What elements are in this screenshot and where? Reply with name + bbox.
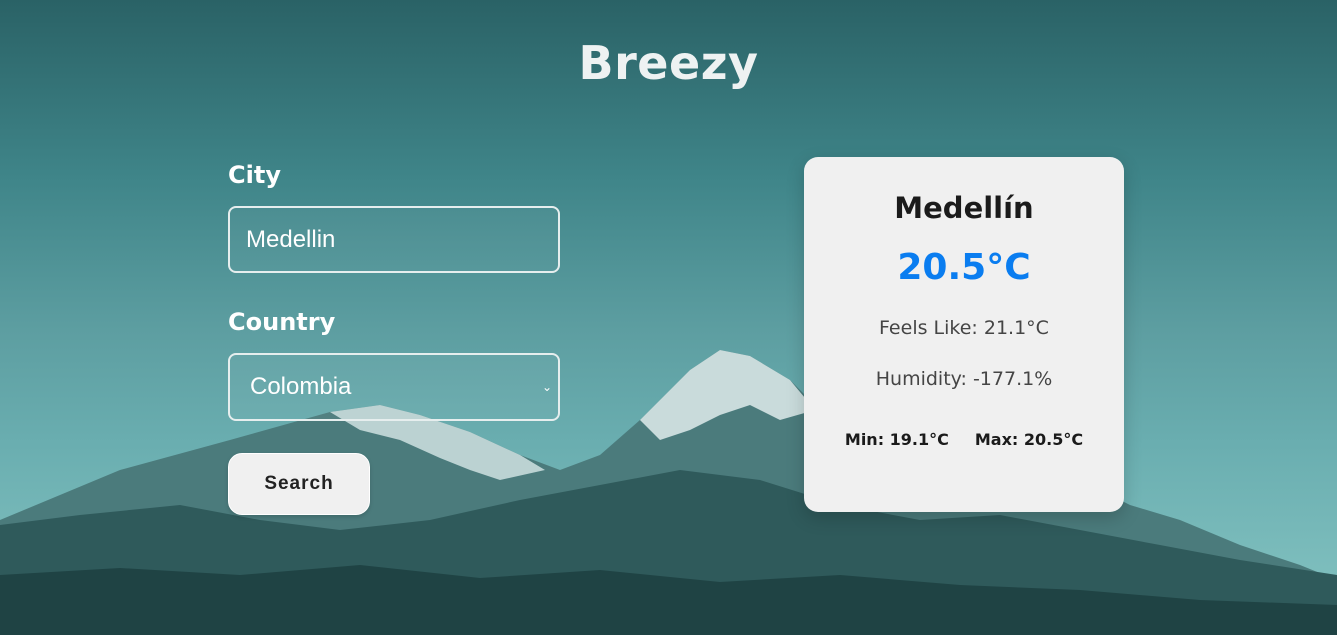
chevron-down-icon: ⌄ bbox=[541, 380, 552, 394]
weather-city: Medellín bbox=[894, 191, 1034, 225]
country-label: Country bbox=[228, 308, 336, 336]
weather-min-max: Min: 19.1°C Max: 20.5°C bbox=[804, 430, 1124, 449]
country-select[interactable]: Colombia ⌄ bbox=[228, 353, 560, 421]
weather-feels-like: Feels Like: 21.1°C bbox=[879, 317, 1049, 339]
weather-card: Medellín 20.5°C Feels Like: 21.1°C Humid… bbox=[804, 157, 1124, 512]
app-title: Breezy bbox=[578, 36, 759, 90]
city-input[interactable] bbox=[228, 206, 560, 273]
search-form: City Country Colombia ⌄ Search bbox=[228, 158, 568, 515]
weather-max: Max: 20.5°C bbox=[974, 430, 1084, 449]
weather-min: Min: 19.1°C bbox=[844, 430, 949, 449]
mountain-background bbox=[0, 0, 1337, 635]
mountain-illustration bbox=[0, 350, 1337, 635]
weather-temperature: 20.5°C bbox=[897, 247, 1031, 288]
search-button[interactable]: Search bbox=[228, 453, 370, 515]
weather-humidity: Humidity: -177.1% bbox=[875, 368, 1053, 390]
city-label: City bbox=[228, 161, 281, 189]
country-selected-value: Colombia bbox=[250, 373, 352, 400]
